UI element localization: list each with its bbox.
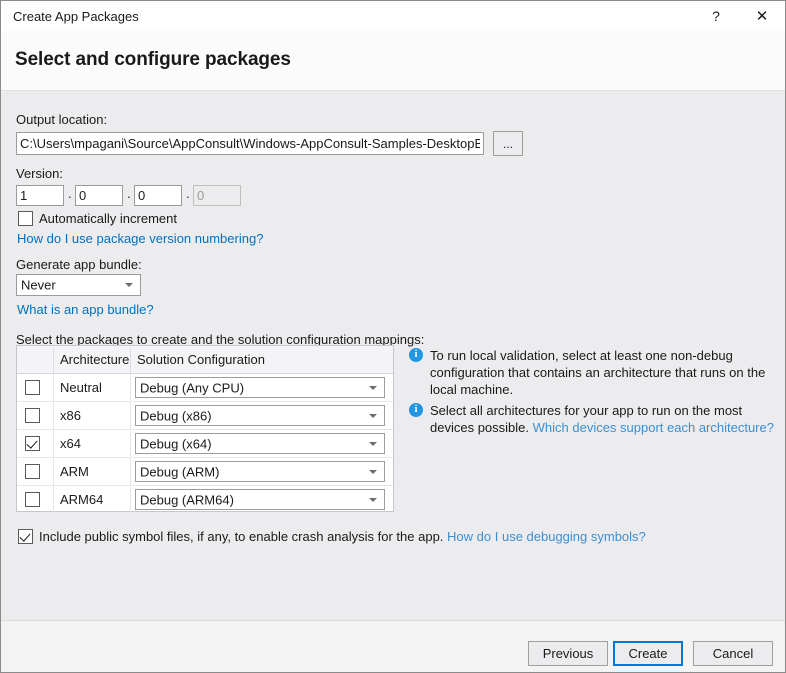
- row-checkbox-arm64[interactable]: [25, 492, 40, 507]
- info-message-validation: i To run local validation, select at lea…: [409, 347, 777, 398]
- row-checkbox-neutral[interactable]: [25, 380, 40, 395]
- row-configuration-value: Debug (x86): [140, 408, 212, 423]
- row-configuration-select-x86[interactable]: Debug (x86): [135, 405, 385, 426]
- row-separator: [53, 486, 54, 513]
- row-architecture: x64: [60, 436, 81, 451]
- info-icon: i: [409, 348, 423, 362]
- auto-increment-label: Automatically increment: [39, 211, 177, 226]
- what-is-app-bundle-link[interactable]: What is an app bundle?: [17, 302, 154, 317]
- header-separator-2: [130, 348, 131, 372]
- chevron-down-icon: [369, 385, 377, 390]
- row-architecture: Neutral: [60, 380, 102, 395]
- row-configuration-value: Debug (x64): [140, 436, 212, 451]
- table-row: ARM Debug (ARM): [17, 458, 393, 486]
- version-revision-input: [193, 185, 241, 206]
- window-title: Create App Packages: [13, 8, 139, 24]
- row-separator: [53, 430, 54, 457]
- debugging-symbols-link[interactable]: How do I use debugging symbols?: [447, 529, 646, 544]
- create-button[interactable]: Create: [613, 641, 683, 666]
- output-location-label: Output location:: [16, 112, 108, 127]
- row-configuration-select-arm[interactable]: Debug (ARM): [135, 461, 385, 482]
- output-location-input[interactable]: [16, 132, 484, 155]
- info-icon: i: [409, 403, 423, 417]
- row-configuration-value: Debug (ARM64): [140, 492, 234, 507]
- info-message-validation-text: To run local validation, select at least…: [430, 348, 766, 397]
- version-build-input[interactable]: [134, 185, 182, 206]
- row-architecture: ARM: [60, 464, 89, 479]
- include-symbols-body: Include public symbol files, if any, to …: [39, 529, 448, 544]
- include-symbols-text: Include public symbol files, if any, to …: [39, 529, 646, 544]
- row-configuration-select-arm64[interactable]: Debug (ARM64): [135, 489, 385, 510]
- chevron-down-icon: [125, 283, 133, 287]
- row-separator: [130, 458, 131, 485]
- dialog-body: Output location: ... Version: . . . Auto…: [1, 92, 785, 620]
- close-icon[interactable]: ✕: [739, 1, 785, 31]
- dialog-footer: Previous Create Cancel: [1, 620, 785, 672]
- row-separator: [130, 374, 131, 401]
- row-checkbox-x86[interactable]: [25, 408, 40, 423]
- row-checkbox-arm[interactable]: [25, 464, 40, 479]
- header-band: Select and configure packages: [1, 31, 785, 91]
- table-row: Neutral Debug (Any CPU): [17, 374, 393, 402]
- chevron-down-icon: [369, 413, 377, 418]
- packages-table: Architecture Solution Configuration Neut…: [16, 345, 394, 514]
- title-bar: Create App Packages ? ✕: [1, 1, 785, 31]
- page-title: Select and configure packages: [15, 49, 291, 70]
- which-devices-link[interactable]: Which devices support each architecture?: [533, 420, 774, 435]
- include-symbols-checkbox[interactable]: [18, 529, 33, 544]
- previous-button[interactable]: Previous: [528, 641, 608, 666]
- row-configuration-select-neutral[interactable]: Debug (Any CPU): [135, 377, 385, 398]
- chevron-down-icon: [369, 441, 377, 446]
- row-configuration-value: Debug (ARM): [140, 464, 220, 479]
- row-separator: [130, 486, 131, 513]
- auto-increment-checkbox[interactable]: [18, 211, 33, 226]
- app-bundle-label: Generate app bundle:: [16, 257, 142, 272]
- version-separator-3: .: [186, 186, 190, 201]
- table-row: ARM64 Debug (ARM64): [17, 486, 393, 514]
- row-separator: [130, 430, 131, 457]
- row-checkbox-x64[interactable]: [25, 436, 40, 451]
- info-message-architectures-text: Select all architectures for your app to…: [430, 402, 777, 436]
- row-separator: [53, 374, 54, 401]
- table-header-row: Architecture Solution Configuration: [17, 346, 393, 374]
- version-numbering-link[interactable]: How do I use package version numbering?: [17, 231, 263, 246]
- table-row: x64 Debug (x64): [17, 430, 393, 458]
- row-separator: [130, 402, 131, 429]
- table-row: x86 Debug (x86): [17, 402, 393, 430]
- version-separator-1: .: [68, 186, 72, 201]
- row-architecture: ARM64: [60, 492, 104, 507]
- chevron-down-icon: [369, 469, 377, 474]
- row-architecture: x86: [60, 408, 81, 423]
- row-configuration-select-x64[interactable]: Debug (x64): [135, 433, 385, 454]
- create-app-packages-dialog: Create App Packages ? ✕ Select and confi…: [0, 0, 786, 673]
- version-separator-2: .: [127, 186, 131, 201]
- column-header-architecture: Architecture: [60, 352, 130, 367]
- chevron-down-icon: [369, 497, 377, 502]
- column-header-solution-configuration: Solution Configuration: [137, 352, 265, 367]
- row-separator: [53, 402, 54, 429]
- row-separator: [53, 458, 54, 485]
- window-controls: ? ✕: [693, 1, 785, 31]
- info-message-architectures: i Select all architectures for your app …: [409, 402, 777, 436]
- cancel-button[interactable]: Cancel: [693, 641, 773, 666]
- header-separator-1: [53, 348, 54, 372]
- row-configuration-value: Debug (Any CPU): [140, 380, 245, 395]
- browse-button[interactable]: ...: [493, 131, 523, 156]
- version-major-input[interactable]: [16, 185, 64, 206]
- app-bundle-select[interactable]: Never: [16, 274, 141, 296]
- help-icon[interactable]: ?: [693, 1, 739, 31]
- version-label: Version:: [16, 166, 63, 181]
- version-minor-input[interactable]: [75, 185, 123, 206]
- app-bundle-value: Never: [21, 277, 56, 293]
